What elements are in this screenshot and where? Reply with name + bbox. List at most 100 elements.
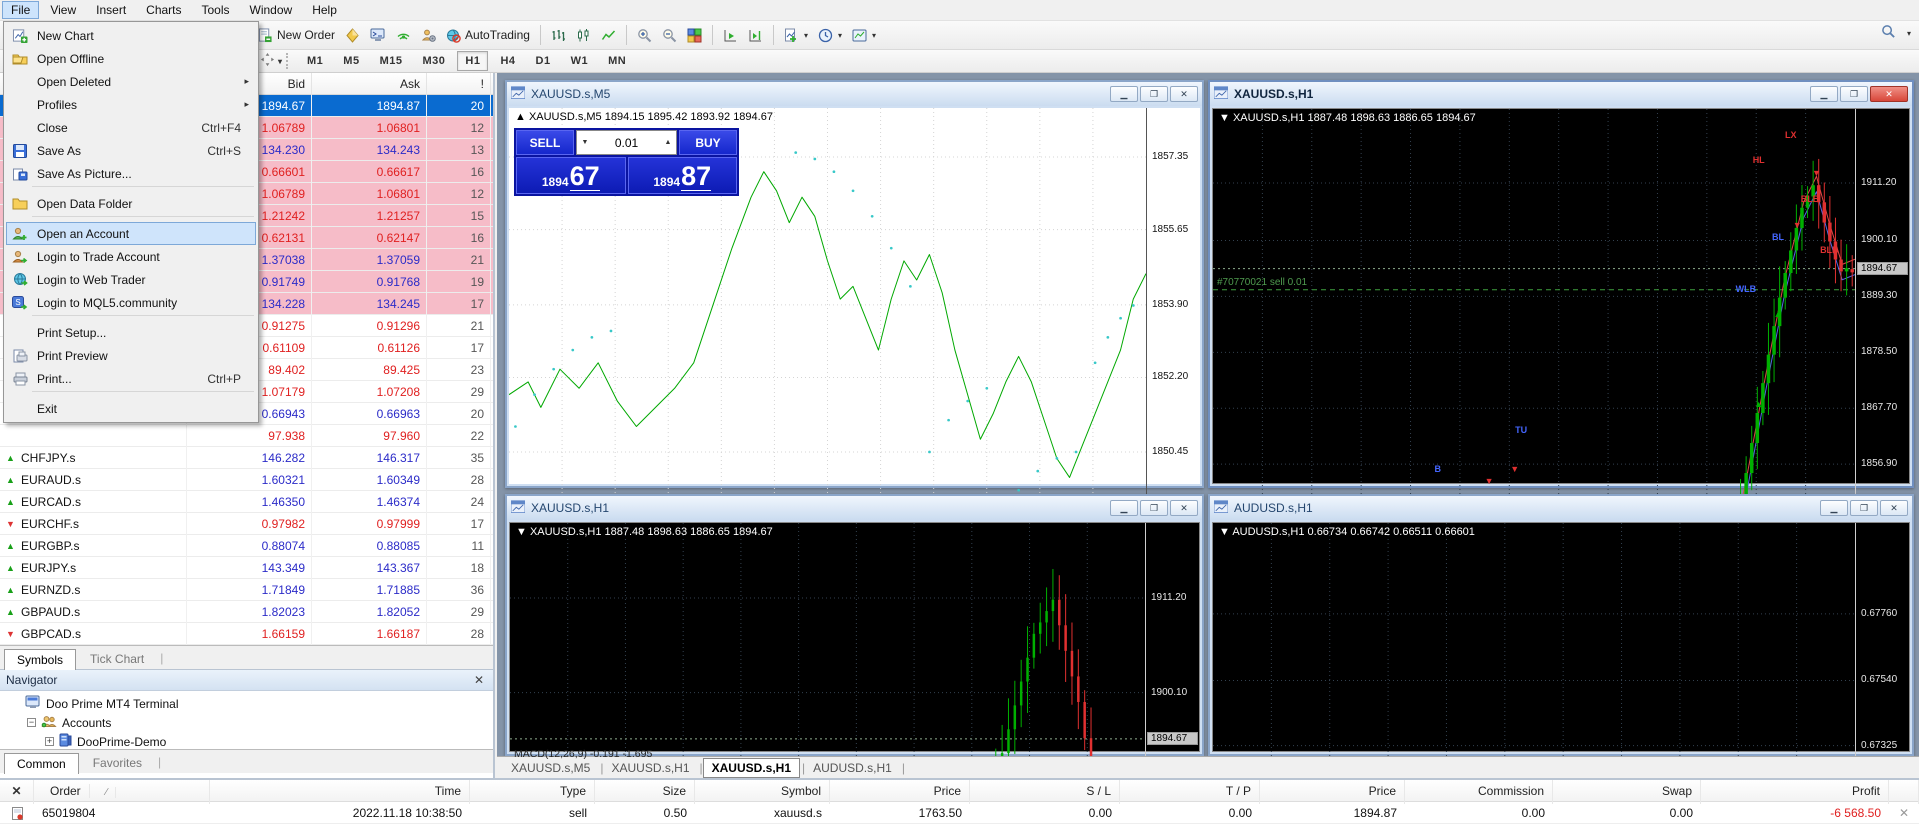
- minimize-button[interactable]: ▁: [1110, 500, 1138, 516]
- zoom-out-button[interactable]: [658, 25, 681, 46]
- close-button[interactable]: ✕: [1870, 86, 1908, 102]
- col-type[interactable]: Type: [470, 780, 595, 804]
- period-button[interactable]: H4: [492, 51, 523, 71]
- file-menu-item[interactable]: Profiles ▸: [6, 93, 256, 116]
- menu-item[interactable]: Charts: [137, 1, 190, 19]
- period-button[interactable]: W1: [563, 51, 597, 71]
- chart-tab[interactable]: XAUUSD.s,H1: [703, 758, 800, 778]
- chart-titlebar[interactable]: XAUUSD.s,H1 ▁ ❐ ✕: [1210, 82, 1912, 106]
- autotrading-button[interactable]: AutoTrading: [442, 25, 534, 46]
- period-button[interactable]: D1: [528, 51, 559, 71]
- chart-tab[interactable]: XAUUSD.s,H1: [603, 759, 697, 777]
- orders-table-header[interactable]: ✕ Order∕ Time Type Size Symbol Price S /…: [0, 780, 1919, 802]
- period-button[interactable]: M5: [335, 51, 367, 71]
- menu-item[interactable]: View: [41, 1, 85, 19]
- col-commission[interactable]: Commission: [1405, 780, 1553, 804]
- navigator-close-icon[interactable]: ✕: [471, 669, 487, 691]
- col-time[interactable]: Time: [210, 780, 470, 804]
- crosshair-tool-icon[interactable]: [260, 52, 275, 70]
- col-tp[interactable]: T / P: [1120, 780, 1260, 804]
- toolbar-grip[interactable]: [286, 53, 291, 69]
- search-icon[interactable]: [1881, 24, 1896, 42]
- menu-item[interactable]: Insert: [87, 1, 135, 19]
- tree-expand-icon[interactable]: −: [27, 718, 36, 727]
- column-ask[interactable]: Ask: [312, 73, 427, 95]
- col-swap[interactable]: Swap: [1553, 780, 1701, 804]
- minimize-button[interactable]: ▁: [1110, 86, 1138, 102]
- col-size[interactable]: Size: [595, 780, 695, 804]
- period-button[interactable]: M30: [414, 51, 453, 71]
- tree-expand-icon[interactable]: +: [45, 737, 54, 746]
- chart-tab[interactable]: AUDUSD.s,H1: [805, 759, 900, 777]
- order-row[interactable]: 65019804 2022.11.18 10:38:50 sell 0.50 x…: [0, 802, 1919, 824]
- chart-tab[interactable]: XAUUSD.s,M5: [503, 759, 598, 777]
- chart-window-audusd-h1[interactable]: AUDUSD.s,H1 ▁ ❐ ✕ 0.677600.675400.673250…: [1208, 494, 1914, 756]
- chart-canvas[interactable]: 0.677600.675400.673250.671050.668900.666…: [1212, 522, 1910, 752]
- file-menu-item[interactable]: [32, 186, 254, 191]
- volume-up-icon[interactable]: ▲: [660, 139, 676, 146]
- volume-down-icon[interactable]: ▼: [577, 139, 593, 146]
- signals-button[interactable]: [392, 25, 415, 46]
- tab-symbols[interactable]: Symbols: [4, 649, 76, 670]
- col-price[interactable]: Price: [830, 780, 970, 804]
- buy-button[interactable]: BUY: [679, 130, 737, 155]
- file-menu-item[interactable]: Login to Web Trader: [6, 268, 256, 291]
- file-menu-item[interactable]: [32, 315, 254, 320]
- chart-shift-button[interactable]: [744, 25, 767, 46]
- restore-button[interactable]: ❐: [1850, 500, 1878, 516]
- line-chart-button[interactable]: [597, 25, 620, 46]
- market-watch-row[interactable]: ▲EURJPY.s 143.349 143.367 18: [0, 557, 493, 579]
- minimize-button[interactable]: ▁: [1820, 500, 1848, 516]
- close-button[interactable]: ✕: [1170, 86, 1198, 102]
- tile-windows-button[interactable]: [683, 25, 706, 46]
- market-watch-row[interactable]: ▲GBPAUD.s 1.82023 1.82052 29: [0, 601, 493, 623]
- tab-tick-chart[interactable]: Tick Chart: [77, 648, 157, 669]
- market-watch-row[interactable]: ▲EURGBP.s 0.88074 0.88085 11: [0, 535, 493, 557]
- col-sl[interactable]: S / L: [970, 780, 1120, 804]
- candlestick-chart-button[interactable]: [572, 25, 595, 46]
- templates-button[interactable]: ▾: [848, 25, 880, 46]
- marker-button[interactable]: [341, 25, 364, 46]
- col-symbol[interactable]: Symbol: [695, 780, 830, 804]
- period-button[interactable]: MN: [600, 51, 634, 71]
- bar-chart-button[interactable]: [547, 25, 570, 46]
- chart-canvas[interactable]: 1911.201900.101889.301878.501867.701856.…: [1212, 108, 1910, 484]
- market-watch-row[interactable]: ▼GBPCAD.s 1.66159 1.66187 28: [0, 623, 493, 645]
- chart-window-xauusd-h1-active[interactable]: XAUUSD.s,H1 ▁ ❐ ✕ 1911.201900.101889.301…: [1208, 80, 1914, 488]
- order-close-icon[interactable]: ✕: [1889, 802, 1919, 824]
- periods-button[interactable]: ▾: [814, 25, 846, 46]
- menu-item[interactable]: Help: [303, 1, 346, 19]
- tool-dropdown-chevron-icon[interactable]: ▾: [278, 57, 282, 66]
- chart-titlebar[interactable]: XAUUSD.s,M5 ▁ ❐ ✕: [507, 82, 1202, 106]
- period-button[interactable]: H1: [457, 51, 488, 71]
- menu-item[interactable]: File: [2, 1, 39, 19]
- restore-button[interactable]: ❐: [1840, 86, 1868, 102]
- chart-canvas[interactable]: 1857.351855.651853.901852.201850.451848.…: [509, 108, 1200, 484]
- navigator-tree-item[interactable]: Doo Prime MT4 Terminal: [0, 694, 493, 713]
- col-order[interactable]: Order∕: [34, 780, 210, 804]
- auto-scroll-button[interactable]: [719, 25, 742, 46]
- file-menu-item[interactable]: New Chart: [6, 24, 256, 47]
- menu-item[interactable]: Window: [241, 1, 302, 19]
- volume-stepper[interactable]: ▼ 0.01 ▲: [576, 130, 677, 155]
- period-button[interactable]: M15: [372, 51, 411, 71]
- tab-favorites[interactable]: Favorites: [80, 752, 155, 773]
- minimize-button[interactable]: ▁: [1810, 86, 1838, 102]
- file-menu-item[interactable]: Open Offline: [6, 47, 256, 70]
- toolbar-overflow-chevron-icon[interactable]: ▾: [1907, 29, 1911, 38]
- file-menu-item[interactable]: [32, 391, 254, 396]
- file-menu-item[interactable]: Save As Ctrl+S: [6, 139, 256, 162]
- market-watch-row[interactable]: ▼EURCHF.s 0.97982 0.97999 17: [0, 513, 493, 535]
- col-price-current[interactable]: Price: [1260, 780, 1405, 804]
- file-menu-item[interactable]: Close Ctrl+F4: [6, 116, 256, 139]
- chart-titlebar[interactable]: XAUUSD.s,H1 ▁ ❐ ✕: [507, 496, 1202, 520]
- sell-price-panel[interactable]: 1894 67: [516, 157, 626, 194]
- indicators-button[interactable]: ▾: [780, 25, 812, 46]
- column-spread[interactable]: !: [427, 73, 491, 95]
- restore-button[interactable]: ❐: [1140, 86, 1168, 102]
- market-watch-row[interactable]: ▲EURNZD.s 1.71849 1.71885 36: [0, 579, 493, 601]
- chart-window-xauusd-h1[interactable]: XAUUSD.s,H1 ▁ ❐ ✕ 1911.201900.101889.301…: [505, 494, 1204, 756]
- chart-canvas[interactable]: 1911.201900.101889.301878.501867.701856.…: [509, 522, 1200, 752]
- expert-advisors-button[interactable]: [417, 25, 440, 46]
- market-watch-row[interactable]: ▲EURCAD.s 1.46350 1.46374 24: [0, 491, 493, 513]
